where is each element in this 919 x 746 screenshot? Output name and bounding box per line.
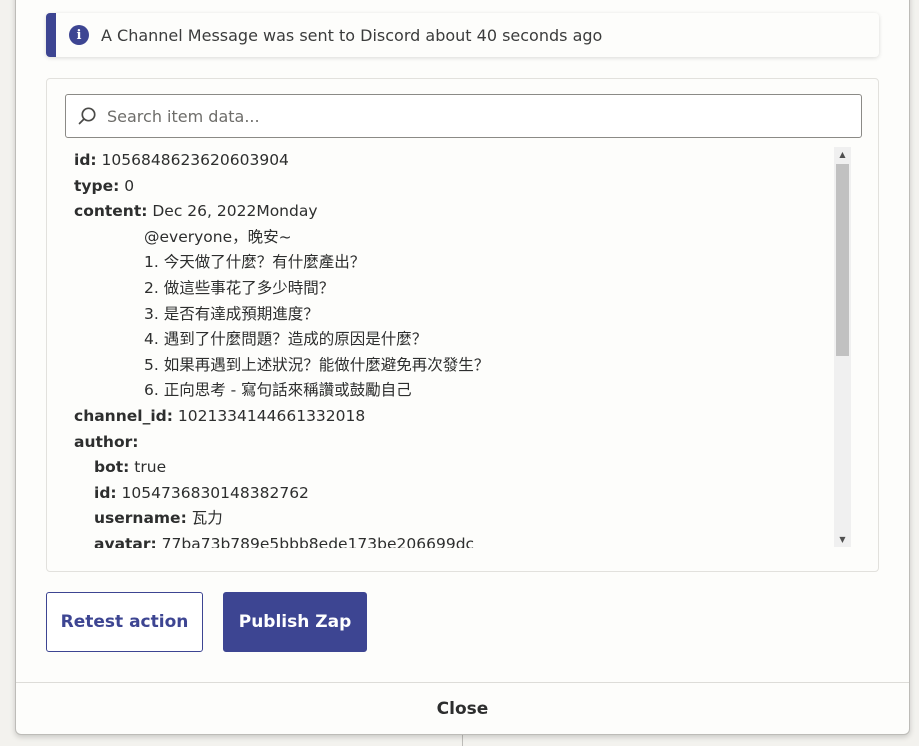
field-id: id: 1056848623620603904 xyxy=(74,148,834,174)
field-type: type: 0 xyxy=(74,174,834,200)
alert-message: A Channel Message was sent to Discord ab… xyxy=(101,25,603,45)
field-author-id: id: 1054736830148382762 xyxy=(74,481,834,507)
field-key: id: xyxy=(94,483,117,502)
search-box[interactable] xyxy=(65,94,862,138)
field-key: avatar: xyxy=(94,534,157,548)
field-author-avatar: avatar: 77ba73b789e5bbb8ede173be206699dc xyxy=(74,532,834,548)
field-key: id: xyxy=(74,151,97,169)
field-value: 77ba73b789e5bbb8ede173be206699dc xyxy=(161,534,475,548)
field-key: username: xyxy=(94,509,187,528)
close-button[interactable]: Close xyxy=(16,683,909,734)
search-icon xyxy=(78,107,96,125)
field-author: author: xyxy=(74,430,834,456)
field-value: 瓦力 xyxy=(191,509,223,528)
scroll-up-arrow-icon[interactable]: ▲ xyxy=(834,147,851,162)
content-line: 2. 做這些事花了多少時間？ xyxy=(144,278,335,297)
content-line: 4. 遇到了什麼問題？造成的原因是什麼？ xyxy=(144,330,428,349)
field-content: content: Dec 26, 2022Monday xyxy=(74,199,834,225)
field-key: bot: xyxy=(94,458,130,477)
info-icon: i xyxy=(69,25,89,45)
field-key: channel_id: xyxy=(74,406,173,425)
field-author-username: username: 瓦力 xyxy=(74,506,834,532)
background-divider xyxy=(462,735,463,746)
field-value: 1021334144661332018 xyxy=(177,406,366,425)
field-author-bot: bot: true xyxy=(74,455,834,481)
field-value: Dec 26, 2022Monday xyxy=(152,202,318,221)
field-value: 1054736830148382762 xyxy=(121,483,309,502)
content-line: 5. 如果再遇到上述狀況？能做什麼避免再次發生？ xyxy=(144,355,490,374)
success-alert: i A Channel Message was sent to Discord … xyxy=(46,13,879,57)
retest-action-button[interactable]: Retest action xyxy=(46,592,203,652)
field-key: content: xyxy=(74,202,148,221)
item-data-view: id: 1056848623620603904 type: 0 content:… xyxy=(74,148,834,548)
item-data-panel: id: 1056848623620603904 type: 0 content:… xyxy=(46,78,879,572)
field-value: 0 xyxy=(124,176,135,195)
content-line: 6. 正向思考 - 寫句話來稱讚或鼓勵自己 xyxy=(144,381,412,400)
publish-zap-button[interactable]: Publish Zap xyxy=(223,592,367,652)
field-channel-id: channel_id: 1021334144661332018 xyxy=(74,404,834,430)
scroll-down-arrow-icon[interactable]: ▼ xyxy=(834,532,851,547)
content-line: 1. 今天做了什麼？有什麼產出？ xyxy=(144,253,366,272)
scrollbar[interactable]: ▲ ▼ xyxy=(834,147,851,547)
content-line: 3. 是否有達成預期進度？ xyxy=(144,304,319,323)
search-input[interactable] xyxy=(107,106,847,126)
scroll-thumb[interactable] xyxy=(836,164,849,356)
content-line: @everyone，晚安~ xyxy=(144,227,292,246)
field-key: author: xyxy=(74,432,139,451)
field-value: true xyxy=(134,458,167,477)
field-value: 1056848623620603904 xyxy=(101,151,289,169)
field-key: type: xyxy=(74,176,120,195)
